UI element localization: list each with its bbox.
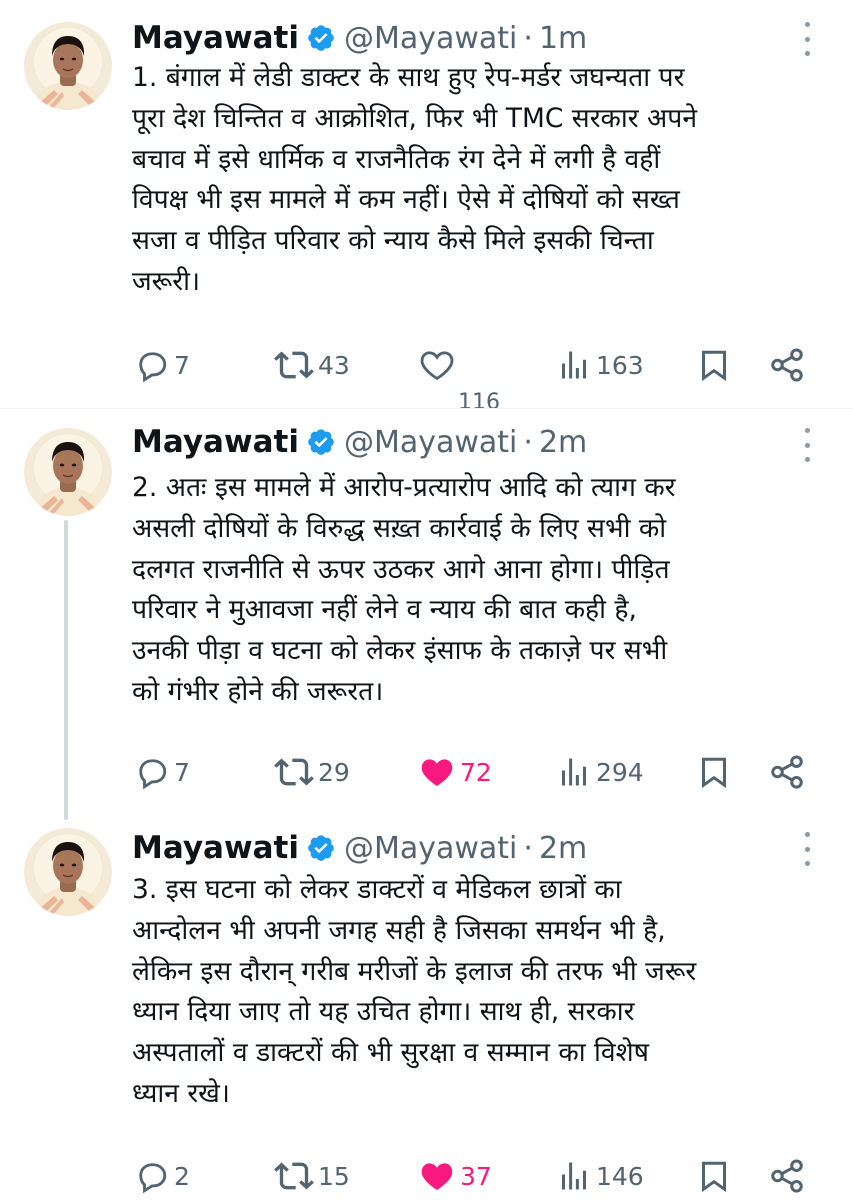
share-button[interactable] [768, 1154, 806, 1198]
bookmark-button[interactable] [696, 343, 732, 387]
bookmark-icon [696, 347, 732, 383]
reply-icon [134, 754, 170, 790]
share-icon [768, 753, 806, 791]
views-count: 163 [596, 350, 644, 380]
views-icon [556, 347, 592, 383]
repost-button[interactable]: 43 [274, 343, 350, 387]
action-bar: 7 29 72 294 [0, 750, 853, 794]
views-icon [556, 754, 592, 790]
tweet-2[interactable]: Mayawati @Mayawati · 2m 2. अतः इस मामले … [0, 408, 853, 818]
verified-badge-icon [306, 833, 336, 863]
reply-count: 7 [174, 757, 190, 787]
views-button[interactable]: 163 [556, 343, 644, 387]
views-button[interactable]: 146 [556, 1154, 644, 1198]
tweet-header: Mayawati @Mayawati · 2m [132, 826, 587, 870]
separator: · [523, 830, 533, 866]
like-count: 72 [460, 757, 492, 787]
verified-badge-icon [306, 23, 336, 53]
more-icon[interactable] [800, 22, 814, 56]
author-handle[interactable]: @Mayawati [344, 831, 517, 866]
share-button[interactable] [768, 750, 806, 794]
like-count: 37 [460, 1161, 492, 1191]
tweet-1[interactable]: Mayawati @Mayawati · 1m 1. बंगाल में लेड… [0, 0, 853, 408]
repost-count: 43 [318, 350, 350, 380]
repost-count: 15 [318, 1161, 350, 1191]
repost-button[interactable]: 29 [274, 750, 350, 794]
views-count: 146 [596, 1161, 644, 1191]
reply-icon [134, 347, 170, 383]
reply-count: 2 [174, 1161, 190, 1191]
like-icon [418, 1157, 456, 1195]
like-icon [418, 346, 456, 384]
bookmark-button[interactable] [696, 1154, 732, 1198]
retweet-icon [274, 752, 314, 792]
tweet-text: 2. अतः इस मामले में आरोप-प्रत्यारोप आदि … [132, 472, 676, 707]
author-name[interactable]: Mayawati [132, 424, 299, 460]
tweet-header: Mayawati @Mayawati · 1m [132, 16, 587, 60]
author-name[interactable]: Mayawati [132, 20, 299, 56]
separator: · [523, 424, 533, 460]
more-icon[interactable] [800, 428, 814, 462]
share-icon [768, 346, 806, 384]
more-icon[interactable] [800, 832, 814, 866]
timestamp[interactable]: 2m [539, 831, 587, 866]
author-handle[interactable]: @Mayawati [344, 425, 517, 460]
timestamp[interactable]: 2m [539, 425, 587, 460]
tweet-text: 1. बंगाल में लेडी डाक्टर के साथ हुए रेप-… [132, 62, 698, 297]
reply-button[interactable]: 2 [134, 1154, 190, 1198]
avatar[interactable] [24, 428, 112, 516]
author-handle[interactable]: @Mayawati [344, 21, 517, 56]
like-icon [418, 753, 456, 791]
views-count: 294 [596, 757, 644, 787]
reply-button[interactable]: 7 [134, 343, 190, 387]
author-name[interactable]: Mayawati [132, 830, 299, 866]
reply-count: 7 [174, 350, 190, 380]
tweet-text: 3. इस घटना को लेकर डाक्टरों व मेडिकल छात… [132, 874, 697, 1109]
share-button[interactable] [768, 343, 806, 387]
avatar[interactable] [24, 22, 112, 110]
share-icon [768, 1157, 806, 1195]
like-button[interactable]: 37 [418, 1154, 492, 1198]
tweet-3[interactable]: Mayawati @Mayawati · 2m 3. इस घटना को ले… [0, 818, 853, 1200]
like-button[interactable]: 72 [418, 750, 492, 794]
bookmark-icon [696, 1158, 732, 1194]
reply-icon [134, 1158, 170, 1194]
like-button[interactable] [418, 343, 456, 387]
retweet-icon [274, 345, 314, 385]
like-count: 116 [458, 390, 500, 408]
action-bar: 7 43 163 [0, 343, 853, 387]
reply-button[interactable]: 7 [134, 750, 190, 794]
verified-badge-icon [306, 427, 336, 457]
bookmark-icon [696, 754, 732, 790]
views-button[interactable]: 294 [556, 750, 644, 794]
retweet-icon [274, 1156, 314, 1196]
timestamp[interactable]: 1m [539, 21, 587, 56]
repost-button[interactable]: 15 [274, 1154, 350, 1198]
repost-count: 29 [318, 757, 350, 787]
action-bar: 2 15 37 146 [0, 1154, 853, 1198]
separator: · [523, 20, 533, 56]
views-icon [556, 1158, 592, 1194]
bookmark-button[interactable] [696, 750, 732, 794]
tweet-header: Mayawati @Mayawati · 2m [132, 420, 587, 464]
avatar[interactable] [24, 828, 112, 916]
